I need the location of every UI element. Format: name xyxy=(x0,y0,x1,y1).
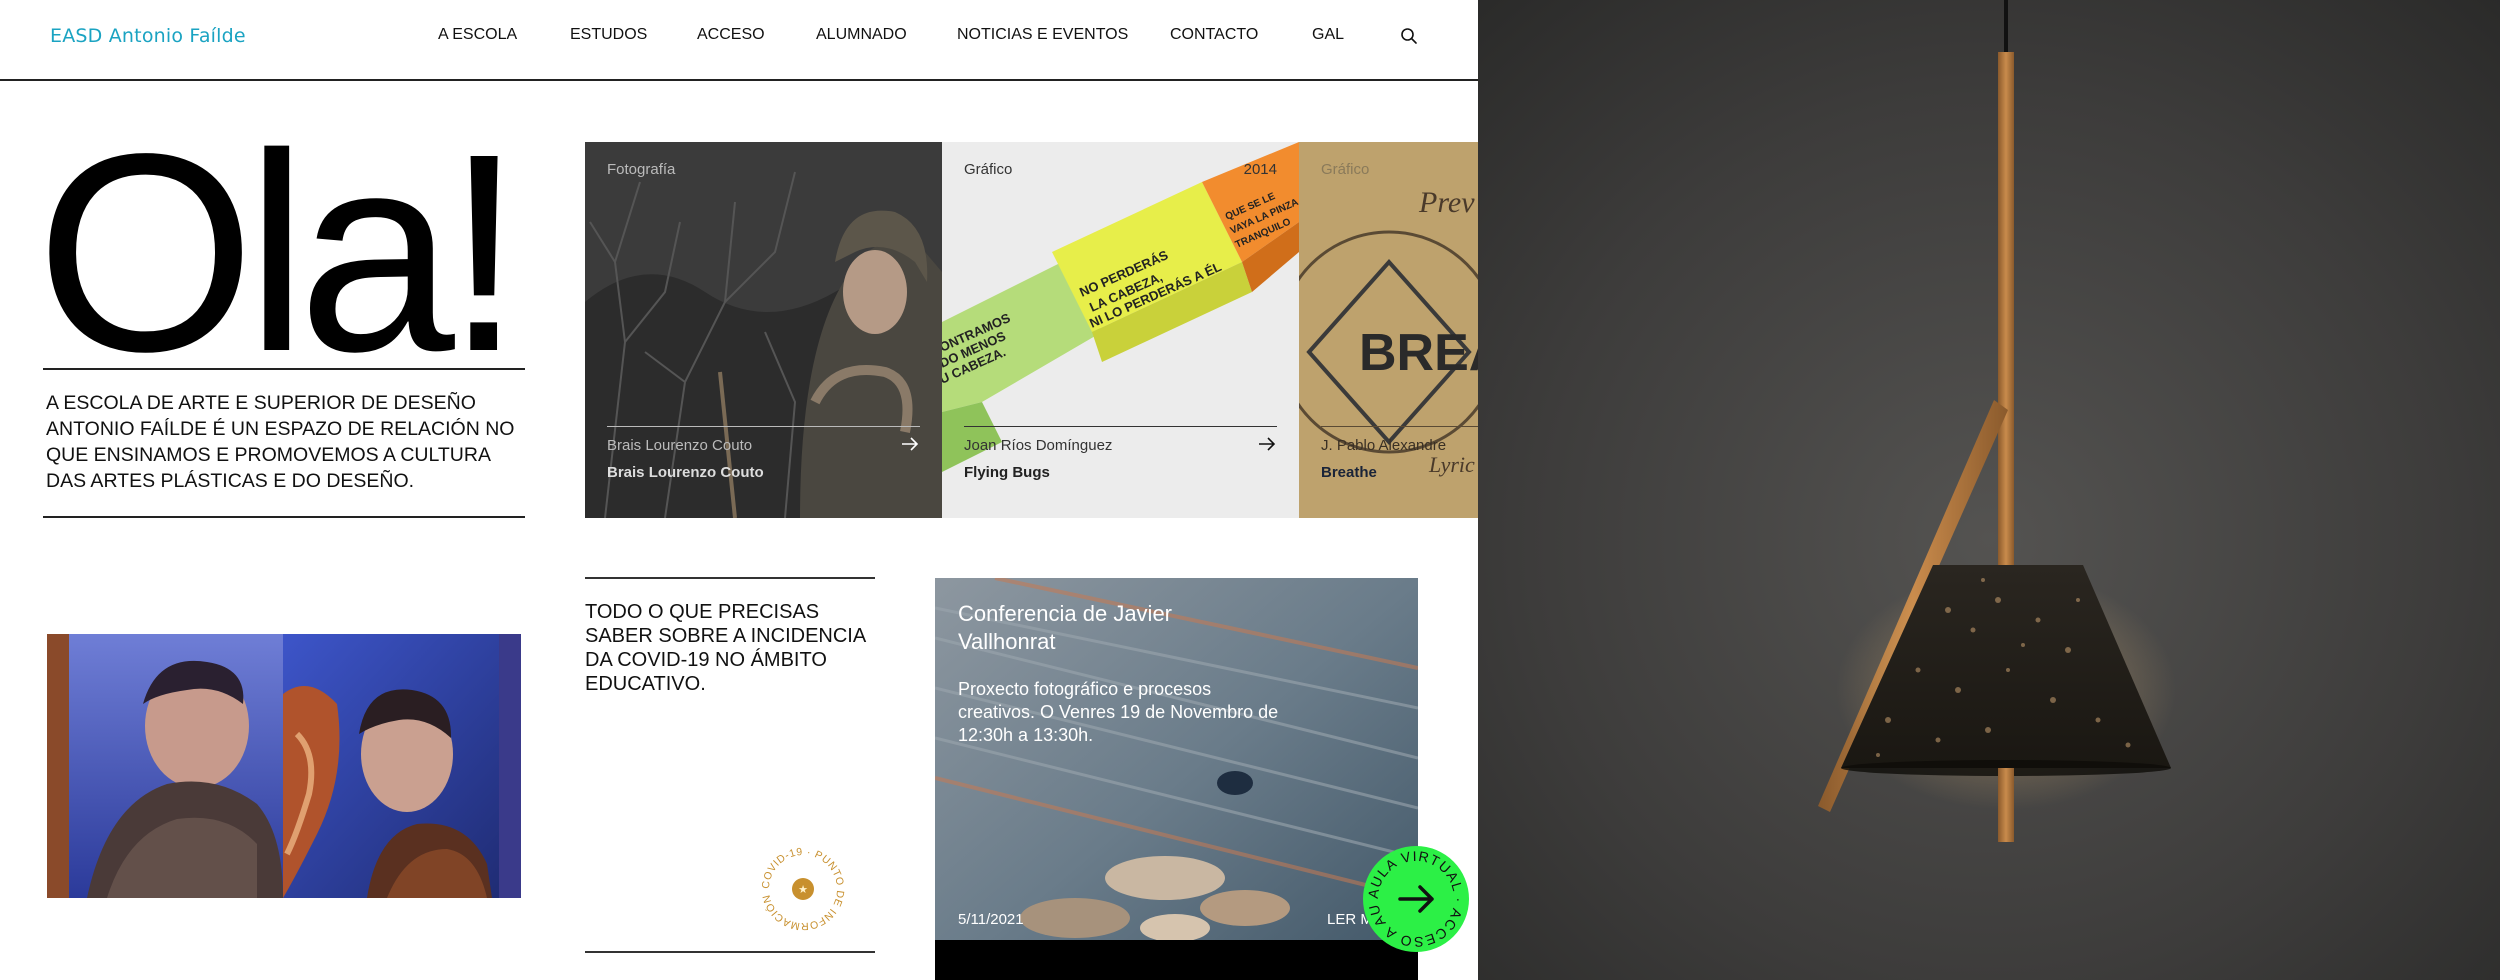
project-category: Gráfico xyxy=(1321,161,1370,178)
student-portrait-image[interactable] xyxy=(47,634,521,898)
svg-text:Lyric: Lyric xyxy=(1428,452,1475,477)
project-year: 2014 xyxy=(1243,161,1277,178)
project-title: Breathe xyxy=(1321,464,1377,481)
covid-info-badge[interactable]: COVID-19 · PUNTO DE INFORMACIÓN · ★ xyxy=(755,834,849,935)
hero-divider-bottom xyxy=(43,516,525,518)
portrait-illustration xyxy=(47,634,521,898)
svg-text:Prev: Prev xyxy=(1418,186,1475,219)
hero-title: Ola! xyxy=(36,95,523,410)
project-category: Fotografía xyxy=(607,161,676,178)
featured-lamp-image xyxy=(1478,0,2500,980)
covid-divider-top xyxy=(585,577,875,579)
nav-item-contacto[interactable]: CONTACTO xyxy=(1170,26,1258,44)
project-author: J. Pablo Alexandre xyxy=(1321,437,1447,454)
covid-divider-bottom xyxy=(585,951,875,953)
project-image: BREA Prev Lyric xyxy=(1299,142,1478,518)
project-title: Flying Bugs xyxy=(964,464,1050,481)
arrow-right-icon[interactable] xyxy=(1257,434,1277,454)
project-card[interactable]: Fotografía Brais Lourenzo Couto Brais Lo… xyxy=(585,142,942,518)
project-image: NO PERDERÁS LA CABEZA, NI LO PERDERÁS A … xyxy=(942,142,1299,518)
covid-badge-graphic: COVID-19 · PUNTO DE INFORMACIÓN · ★ xyxy=(755,834,846,932)
aula-virtual-button[interactable]: AULA VIRTUAL · ACCESO A AULA VIRTUAL · xyxy=(1356,832,1470,953)
project-divider xyxy=(607,426,920,427)
site-header: EASD Antonio Faílde A ESCOLA ESTUDOS ACC… xyxy=(0,0,1478,81)
event-card[interactable]: Conferencia de Javier Vallhonrat Proxect… xyxy=(935,578,1418,980)
project-category: Gráfico xyxy=(964,161,1013,178)
project-card[interactable]: NO PERDERÁS LA CABEZA, NI LO PERDERÁS A … xyxy=(942,142,1299,518)
nav-item-estudos[interactable]: ESTUDOS xyxy=(570,26,647,44)
main-page: EASD Antonio Faílde A ESCOLA ESTUDOS ACC… xyxy=(0,0,1478,980)
site-logo[interactable]: EASD Antonio Faílde xyxy=(50,25,246,47)
project-divider xyxy=(964,426,1277,427)
hero-intro-text: A ESCOLA DE ARTE E SUPERIOR DE DESEÑO AN… xyxy=(46,392,515,492)
project-divider xyxy=(1321,426,1478,427)
nav-item-noticias-e-eventos[interactable]: NOTICIAS E EVENTOS xyxy=(957,26,1128,44)
lamp-photo xyxy=(1478,0,2500,980)
event-description: Proxecto fotográfico e procesos creativo… xyxy=(958,679,1279,745)
search-icon xyxy=(1401,28,1417,44)
projects-carousel: Fotografía Brais Lourenzo Couto Brais Lo… xyxy=(585,142,1478,518)
project-author: Brais Lourenzo Couto xyxy=(607,437,753,454)
project-image xyxy=(585,142,942,518)
star-icon: ★ xyxy=(798,883,808,896)
project-title: Brais Lourenzo Couto xyxy=(607,464,764,481)
nav-item-a-escola[interactable]: A ESCOLA xyxy=(438,26,517,44)
covid-info-link[interactable]: TODO O QUE PRECISAS SABER SOBRE A INCIDE… xyxy=(585,600,875,696)
search-button[interactable] xyxy=(1398,25,1420,47)
nav-item-language-gal[interactable]: GAL xyxy=(1312,26,1344,44)
event-card-footer xyxy=(935,940,1418,980)
project-author: Joan Ríos Domínguez xyxy=(964,437,1113,454)
nav-item-alumnado[interactable]: ALUMNADO xyxy=(816,26,907,44)
arrow-right-icon[interactable] xyxy=(900,434,920,454)
event-date: 5/11/2021 xyxy=(958,911,1024,928)
nav-item-acceso[interactable]: ACCESO xyxy=(697,26,765,44)
project-card[interactable]: BREA Prev Lyric Gráfico J. Pablo Alexand… xyxy=(1299,142,1478,518)
aula-virtual-badge-graphic: AULA VIRTUAL · ACCESO A AULA VIRTUAL · xyxy=(1356,832,1469,952)
event-title: Conferencia de Javier Vallhonrat xyxy=(958,601,1173,654)
svg-text:BREA: BREA xyxy=(1359,324,1478,382)
hero-divider-top xyxy=(43,368,525,370)
